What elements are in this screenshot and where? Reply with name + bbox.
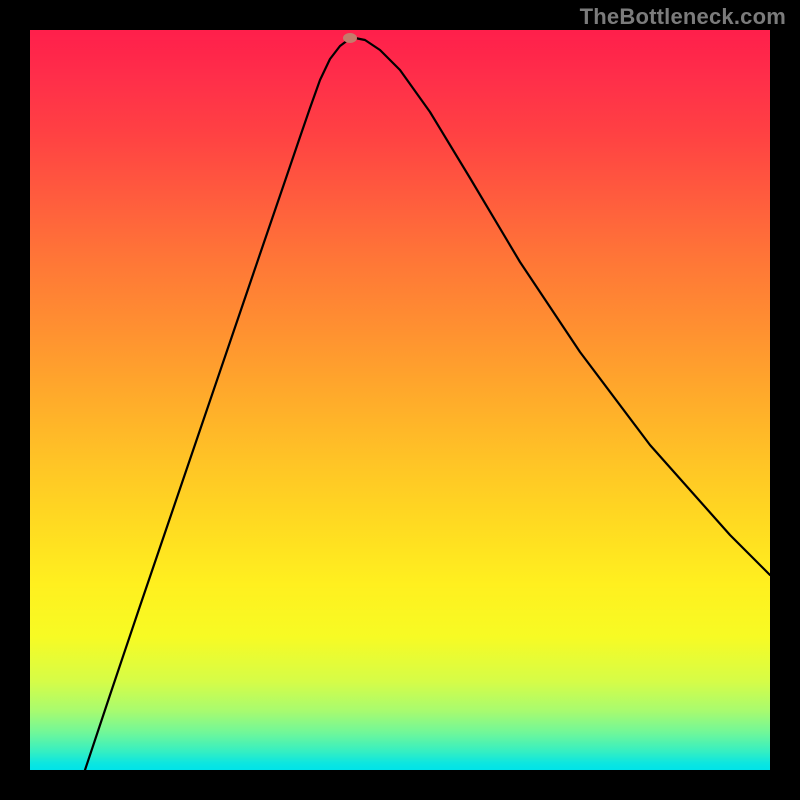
plot-area <box>30 30 770 770</box>
chart-frame: TheBottleneck.com <box>0 0 800 800</box>
optimum-marker <box>343 33 357 43</box>
watermark-text: TheBottleneck.com <box>580 4 786 30</box>
bottleneck-curve <box>30 30 770 770</box>
